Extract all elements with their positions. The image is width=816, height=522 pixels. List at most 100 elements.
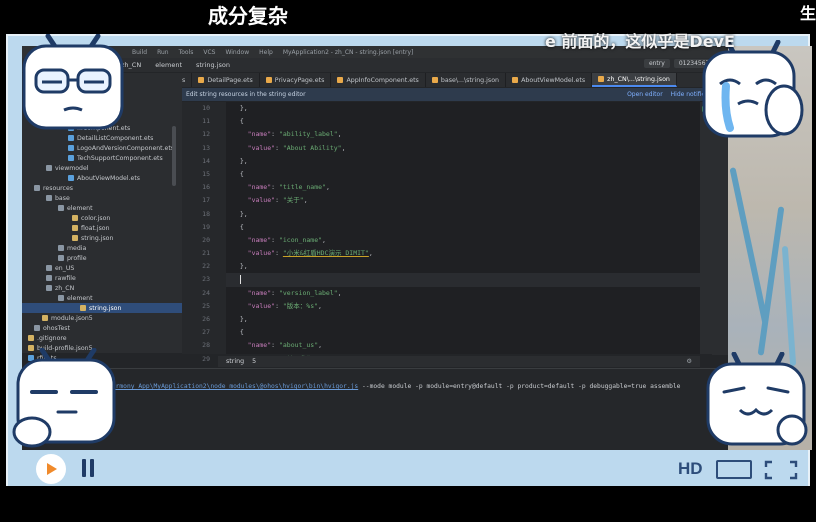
code-punctuation: }, xyxy=(232,209,248,218)
editor-tab[interactable]: AppInfoComponent.ets xyxy=(331,73,426,87)
tree-item[interactable]: media xyxy=(22,243,182,253)
menu-item[interactable]: Window xyxy=(225,49,249,56)
editor-tab[interactable]: DetailPage.ets xyxy=(192,73,260,87)
menu-item[interactable]: Run xyxy=(157,49,169,56)
tv-mascot-glasses-icon xyxy=(22,34,124,130)
code-line[interactable]: { xyxy=(226,168,700,181)
tree-item-label: base xyxy=(55,194,70,202)
tree-item[interactable]: en_US xyxy=(22,263,182,273)
line-number: 12 xyxy=(202,130,210,139)
tree-item[interactable]: float.json xyxy=(22,223,182,233)
json-key: "name" xyxy=(247,183,272,192)
code-line[interactable]: }, xyxy=(226,313,700,326)
code-line[interactable]: "name": "about_us", xyxy=(226,339,700,352)
menu-item[interactable]: MyApplication2 - zh_CN - string.json [en… xyxy=(283,49,414,56)
code-line[interactable]: }, xyxy=(226,155,700,168)
line-number: 17 xyxy=(202,196,210,205)
caption-top: 成分复杂 xyxy=(208,4,288,28)
folder-icon xyxy=(34,185,40,191)
code-line[interactable] xyxy=(226,273,700,287)
code-line[interactable]: "name": "ability_label", xyxy=(226,128,700,141)
tree-item[interactable]: zh_CN xyxy=(22,283,182,293)
open-editor-link[interactable]: Open editor xyxy=(627,91,663,98)
tree-item[interactable]: TechSupportComponent.ets xyxy=(22,153,182,163)
code-line[interactable]: "name": "title_name", xyxy=(226,181,700,194)
pause-icon xyxy=(90,459,94,477)
menu-item[interactable]: Build xyxy=(132,49,147,56)
code-line[interactable]: }, xyxy=(226,208,700,221)
tree-item[interactable]: base xyxy=(22,193,182,203)
line-number: 24 xyxy=(202,288,210,297)
folder-icon xyxy=(58,255,64,261)
code-editor[interactable]: }, { "name": "ability_label", "value": "… xyxy=(226,102,700,402)
code-line[interactable]: "value": "About Ability", xyxy=(226,142,700,155)
breadcrumb-item[interactable]: element xyxy=(152,61,185,69)
tree-item[interactable]: viewmodel xyxy=(22,163,182,173)
folder-icon xyxy=(46,285,52,291)
tree-item[interactable]: color.json xyxy=(22,213,182,223)
code-line[interactable]: { xyxy=(226,221,700,234)
widescreen-button[interactable] xyxy=(716,460,752,479)
file-icon xyxy=(512,77,519,83)
text-caret xyxy=(239,274,241,284)
tree-item[interactable]: DetailListComponent.ets xyxy=(22,133,182,143)
code-line[interactable]: "name": "icon_name", xyxy=(226,234,700,247)
tree-item[interactable]: ohosTest xyxy=(22,323,182,333)
tree-item[interactable]: .gitignore xyxy=(22,333,182,343)
editor-tab[interactable]: base\...\string.json xyxy=(426,73,507,87)
json-key: "value" xyxy=(247,196,276,205)
json-key: "value" xyxy=(247,249,276,258)
tree-item-label: DetailListComponent.ets xyxy=(77,134,154,142)
menu-item[interactable]: VCS xyxy=(203,49,215,56)
code-line[interactable]: { xyxy=(226,326,700,339)
code-line[interactable]: "value": "小米&红盾HDC演示 DIMIT", xyxy=(226,247,700,260)
tree-scrollbar[interactable] xyxy=(172,126,176,186)
tree-item[interactable]: resources xyxy=(22,183,182,193)
tree-item-label: element xyxy=(67,294,93,302)
tree-item[interactable]: AboutViewModel.ets xyxy=(22,173,182,183)
code-line[interactable]: }, xyxy=(226,260,700,273)
tv-mascot-smiling-icon xyxy=(706,352,808,446)
tv-mascot-crying-icon xyxy=(702,40,804,138)
json-value: "小米&红盾HDC演示 DIMIT" xyxy=(282,249,369,258)
line-number: 18 xyxy=(202,209,210,218)
breadcrumb-item[interactable]: string.json xyxy=(193,61,233,69)
line-number: 20 xyxy=(202,235,210,244)
editor-tab[interactable]: PrivacyPage.ets xyxy=(260,73,332,87)
tree-item[interactable]: profile xyxy=(22,253,182,263)
bottom-editor-tab[interactable]: string 5 ⚙ xyxy=(218,356,700,367)
pause-button[interactable] xyxy=(78,459,98,479)
line-number: 14 xyxy=(202,156,210,165)
code-line[interactable]: "value": "关于", xyxy=(226,194,700,207)
terminal-path[interactable]: harmony_App\MyApplication2\node_modules\… xyxy=(108,383,358,390)
code-line[interactable]: "value": "版本：%s", xyxy=(226,300,700,313)
code-line[interactable]: "name": "version_label", xyxy=(226,287,700,300)
file-icon xyxy=(431,77,438,83)
json-key: "name" xyxy=(247,341,272,350)
terminal-panel[interactable]: harmony_App\MyApplication2\node_modules\… xyxy=(22,368,728,450)
tree-item[interactable]: string.json xyxy=(22,303,182,313)
fullscreen-button[interactable] xyxy=(764,460,798,480)
editor-tab[interactable]: AboutViewModel.ets xyxy=(506,73,593,87)
cable xyxy=(757,206,785,356)
module-selector[interactable]: entry xyxy=(643,59,670,68)
code-line[interactable]: { xyxy=(226,115,700,128)
tree-item[interactable]: element xyxy=(22,203,182,213)
tree-item-label: .gitignore xyxy=(37,334,67,342)
tree-item[interactable]: string.json xyxy=(22,233,182,243)
tree-item[interactable]: rawfile xyxy=(22,273,182,283)
gear-icon[interactable]: ⚙ xyxy=(686,358,692,365)
tree-item[interactable]: module.json5 xyxy=(22,313,182,323)
json-key: "value" xyxy=(247,143,276,152)
menu-item[interactable]: Tools xyxy=(179,49,194,56)
quality-button[interactable]: HD xyxy=(678,459,703,479)
menu-item[interactable]: Help xyxy=(259,49,273,56)
code-punctuation: }, xyxy=(232,104,248,112)
code-line[interactable]: }, xyxy=(226,102,700,115)
tree-item[interactable]: LogoAndVersionComponent.ets xyxy=(22,143,182,153)
play-button[interactable] xyxy=(36,454,66,484)
tree-item-label: en_US xyxy=(55,264,75,272)
editor-tab[interactable]: zh_CN\...\string.json xyxy=(592,73,677,87)
tree-item[interactable]: element xyxy=(22,293,182,303)
line-number: 10 xyxy=(202,104,210,112)
